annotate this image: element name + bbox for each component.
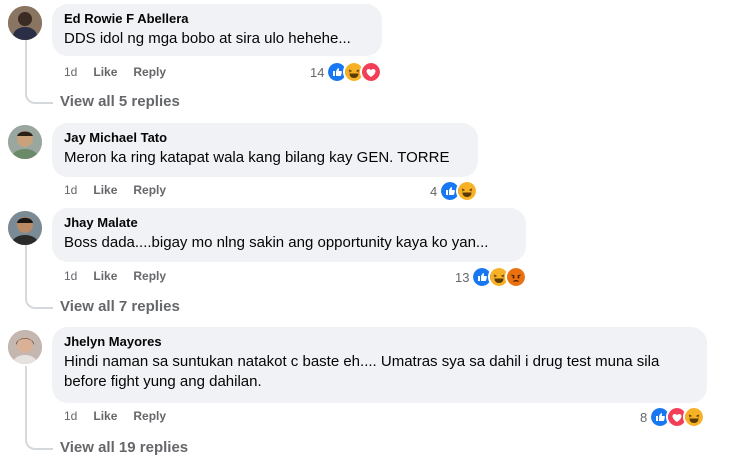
- thread-elbow: [25, 88, 53, 104]
- comment-author[interactable]: Jhay Malate: [64, 215, 514, 231]
- like-button[interactable]: Like: [93, 269, 117, 283]
- haha-reaction-icon: [456, 180, 479, 202]
- comment-text-line-2: before fight yung ang dahilan.: [64, 373, 262, 390]
- comment-time[interactable]: 1d: [64, 269, 77, 283]
- comment-actions: 1d Like Reply: [64, 183, 182, 197]
- reply-button[interactable]: Reply: [133, 269, 166, 283]
- thread-elbow: [25, 293, 53, 309]
- comment-text: DDS idol ng mga bobo at sira ulo hehehe.…: [64, 30, 351, 47]
- avatar[interactable]: [8, 211, 42, 245]
- reply-button[interactable]: Reply: [133, 183, 166, 197]
- view-replies-link[interactable]: View all 19 replies: [60, 439, 188, 456]
- reactions-summary[interactable]: 4: [430, 180, 479, 202]
- avatar[interactable]: [8, 6, 42, 40]
- reply-button[interactable]: Reply: [133, 65, 166, 79]
- thread-line: [25, 245, 27, 293]
- reactions-summary[interactable]: 8: [640, 406, 706, 428]
- reactions-summary[interactable]: 14: [310, 61, 383, 83]
- comment-text: Meron ka ring katapat wala kang bilang k…: [64, 149, 450, 166]
- reply-button[interactable]: Reply: [133, 409, 166, 423]
- comment-author[interactable]: Jay Michael Tato: [64, 130, 466, 146]
- angry-reaction-icon: [505, 266, 528, 288]
- comment-bubble: Ed Rowie F Abellera DDS idol ng mga bobo…: [52, 4, 382, 56]
- comment-author[interactable]: Ed Rowie F Abellera: [64, 11, 370, 27]
- avatar[interactable]: [8, 125, 42, 159]
- like-button[interactable]: Like: [93, 409, 117, 423]
- reaction-count: 8: [640, 409, 648, 425]
- comment-text: Boss dada....bigay mo nlng sakin ang opp…: [64, 234, 489, 251]
- reaction-count: 14: [310, 64, 325, 80]
- view-replies-link[interactable]: View all 7 replies: [60, 298, 180, 315]
- thread-line: [25, 366, 27, 434]
- love-reaction-icon: [360, 61, 383, 83]
- comment-bubble: Jhay Malate Boss dada....bigay mo nlng s…: [52, 208, 526, 262]
- view-replies-link[interactable]: View all 5 replies: [60, 93, 180, 110]
- reaction-count: 13: [455, 269, 470, 285]
- comment-actions: 1d Like Reply: [64, 409, 182, 423]
- reactions-summary[interactable]: 13: [455, 266, 528, 288]
- comment-time[interactable]: 1d: [64, 183, 77, 197]
- thread-line: [25, 40, 27, 88]
- thread-elbow: [25, 434, 53, 450]
- comment-time[interactable]: 1d: [64, 409, 77, 423]
- comment-time[interactable]: 1d: [64, 65, 77, 79]
- like-button[interactable]: Like: [93, 65, 117, 79]
- reaction-count: 4: [430, 183, 438, 199]
- like-button[interactable]: Like: [93, 183, 117, 197]
- comment-actions: 1d Like Reply: [64, 65, 182, 79]
- comment-bubble: Jhelyn Mayores Hindi naman sa suntukan n…: [52, 327, 707, 403]
- comment-bubble: Jay Michael Tato Meron ka ring katapat w…: [52, 123, 478, 177]
- comment-actions: 1d Like Reply: [64, 269, 182, 283]
- comment-author[interactable]: Jhelyn Mayores: [64, 334, 695, 350]
- avatar[interactable]: [8, 330, 42, 364]
- haha-reaction-icon: [683, 406, 706, 428]
- comment-text-line-1: Hindi naman sa suntukan natakot c baste …: [64, 353, 660, 370]
